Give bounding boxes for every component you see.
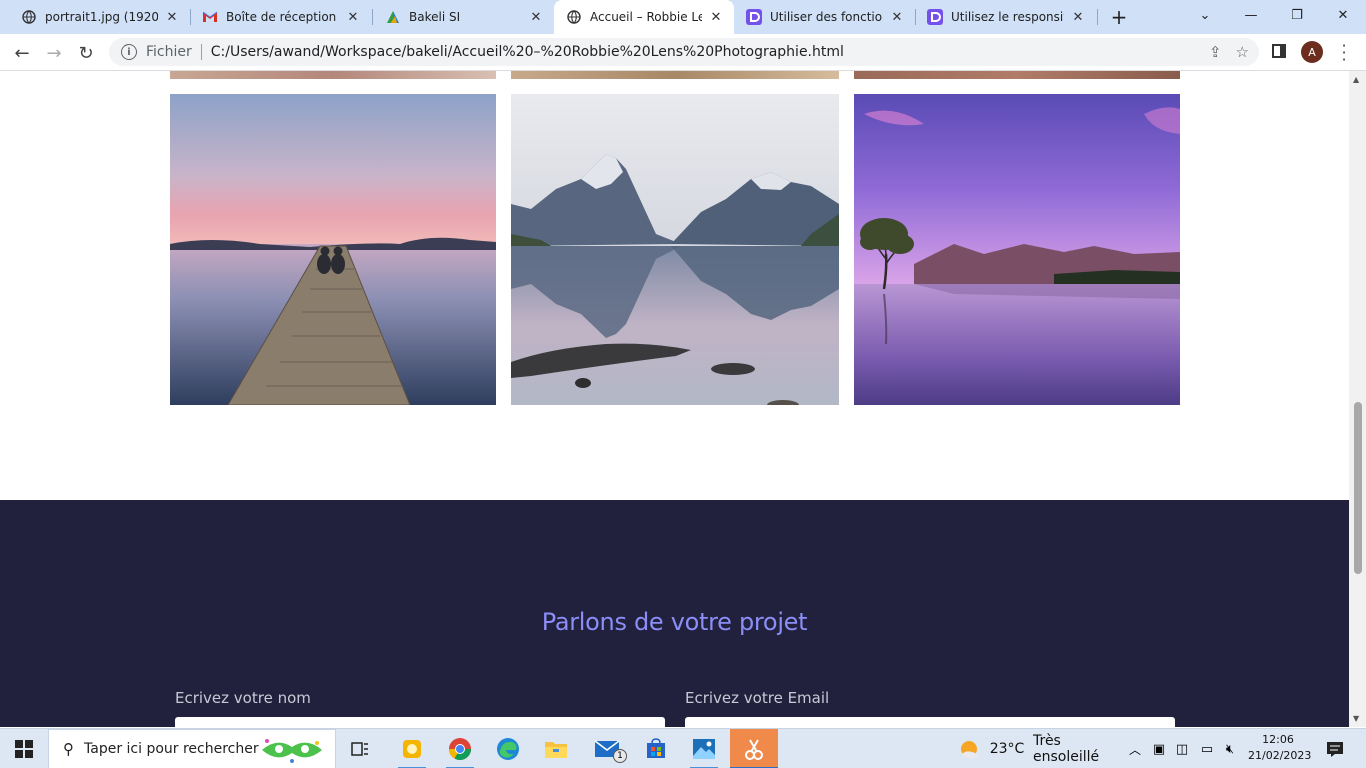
divider [200,44,202,60]
email-input[interactable] [685,717,1175,727]
url-text[interactable]: C:/Users/awand/Workspace/bakeli/Accueil%… [211,44,844,60]
forward-arrow-icon[interactable]: → [40,39,68,67]
scroll-up-arrow-icon[interactable]: ▲ [1353,75,1359,84]
tab-title: Utilisez le responsive d [951,10,1064,24]
restore-button[interactable]: ❐ [1274,0,1320,30]
tab-openclassrooms-2[interactable]: Utilisez le responsive d ✕ [915,0,1096,34]
search-placeholder: Taper ici pour rechercher [84,741,259,757]
page-scrollbar[interactable]: ▲ ▼ [1349,71,1366,727]
name-label: Ecrivez votre nom [175,689,311,707]
mail-badge: 1 [613,749,627,763]
taskbar-clock[interactable]: 12:06 21/02/2023 [1248,732,1312,764]
snipping-tool-icon[interactable] [730,729,778,768]
close-tab-icon[interactable]: ✕ [889,9,905,25]
new-tab-button[interactable]: + [1108,5,1130,29]
scroll-down-arrow-icon[interactable]: ▼ [1353,714,1359,723]
windows-start-icon[interactable] [0,729,48,768]
gallery-photo-partial [854,71,1180,79]
tab-gmail[interactable]: Boîte de réception (58 ✕ [181,0,371,34]
close-tab-icon[interactable]: ✕ [528,9,544,25]
chrome-icon[interactable] [438,729,482,768]
openclassrooms-icon [927,9,943,25]
carnival-mask-icon [257,735,327,768]
close-window-button[interactable]: ✕ [1320,0,1366,30]
tab-strip: portrait1.jpg (1920×28 ✕ Boîte de récept… [0,0,1366,34]
omnibox-actions: ⇪ ☆ [1209,43,1249,61]
share-icon[interactable]: ⇪ [1209,43,1222,61]
wallet-app-icon[interactable] [390,729,434,768]
globe-icon [566,9,582,25]
tab-separator [1097,9,1098,25]
profile-avatar[interactable]: A [1301,41,1323,63]
gallery-photo-partial [511,71,839,79]
show-hidden-icons-chevron-icon[interactable]: ︿ [1126,729,1144,768]
tab-openclassrooms-1[interactable]: Utiliser des fonctionna ✕ [734,0,915,34]
scrollbar-thumb[interactable] [1354,402,1362,574]
bakeli-icon [385,9,401,25]
camera-icon[interactable]: ◫ [1173,729,1191,768]
tab-search-chevron-icon[interactable]: ⌄ [1182,0,1228,30]
notifications-icon[interactable] [1320,729,1350,768]
weather-sun-icon[interactable] [956,729,982,768]
battery-icon[interactable]: ▭ [1197,729,1217,768]
tab-title: Boîte de réception (58 [226,10,339,24]
tab-title: portrait1.jpg (1920×28 [45,10,158,24]
email-label: Ecrivez votre Email [685,689,830,707]
gallery-photo-lake[interactable] [854,94,1180,405]
clock-date: 21/02/2023 [1248,749,1312,762]
file-explorer-icon[interactable] [534,729,578,768]
side-panel-icon[interactable] [1272,44,1286,58]
gallery-photo-dock[interactable] [170,94,496,405]
search-icon: ⚲ [63,740,74,758]
task-view-icon[interactable] [344,729,376,768]
gmail-icon [202,9,218,25]
page-viewport: Parlons de votre projet Ecrivez votre no… [0,71,1349,727]
name-input[interactable] [175,717,665,727]
site-info-icon[interactable]: i [121,44,137,60]
tab-accueil-active[interactable]: Accueil – Robbie Lens ✕ [554,0,734,34]
openclassrooms-icon [746,9,762,25]
weather-text[interactable]: Très ensoleillé [1033,729,1115,768]
reload-icon[interactable]: ↻ [72,39,100,67]
gallery-photo-partial [170,71,496,79]
edge-icon[interactable] [486,729,530,768]
close-tab-icon[interactable]: ✕ [345,9,361,25]
volume-muted-icon[interactable]: 🔇︎ [1220,729,1240,768]
back-arrow-icon[interactable]: ← [8,39,36,67]
photos-icon[interactable] [682,729,726,768]
close-tab-icon[interactable]: ✕ [1070,9,1086,25]
tab-title: Accueil – Robbie Lens [590,10,702,24]
photo-lake-image [854,94,1180,405]
meet-now-icon[interactable]: ▣ [1150,729,1168,768]
tab-title: Utiliser des fonctionna [770,10,883,24]
menu-kebab-icon[interactable]: · · · [1338,38,1350,68]
minimize-button[interactable]: — [1228,0,1274,30]
photo-fjord-image [511,94,839,405]
close-tab-icon[interactable]: ✕ [164,9,180,25]
globe-icon [21,9,37,25]
gallery-photo-fjord[interactable] [511,94,839,405]
tab-title: Bakeli SI [409,10,461,24]
clock-time: 12:06 [1262,733,1294,746]
contact-section: Parlons de votre projet Ecrivez votre no… [0,500,1349,727]
close-tab-icon[interactable]: ✕ [708,9,724,25]
taskbar-search-box[interactable]: ⚲ Taper ici pour rechercher [48,729,336,768]
browser-toolbar: ← → ↻ i Fichier C:/Users/awand/Workspace… [0,34,1366,71]
photo-dock-image [170,94,496,405]
mail-icon[interactable]: 1 [582,729,632,768]
tab-portrait[interactable]: portrait1.jpg (1920×28 ✕ [0,0,190,34]
address-bar[interactable]: i Fichier C:/Users/awand/Workspace/bakel… [109,38,1259,66]
windows-taskbar: ⚲ Taper ici pour rechercher 1 23°C Très … [0,728,1366,768]
tab-bakeli[interactable]: Bakeli SI ✕ [364,0,554,34]
store-icon[interactable] [634,729,678,768]
contact-heading: Parlons de votre projet [541,608,808,636]
bookmark-star-icon[interactable]: ☆ [1236,43,1249,61]
weather-temp[interactable]: 23°C [987,729,1027,768]
scheme-label: Fichier [146,44,192,60]
